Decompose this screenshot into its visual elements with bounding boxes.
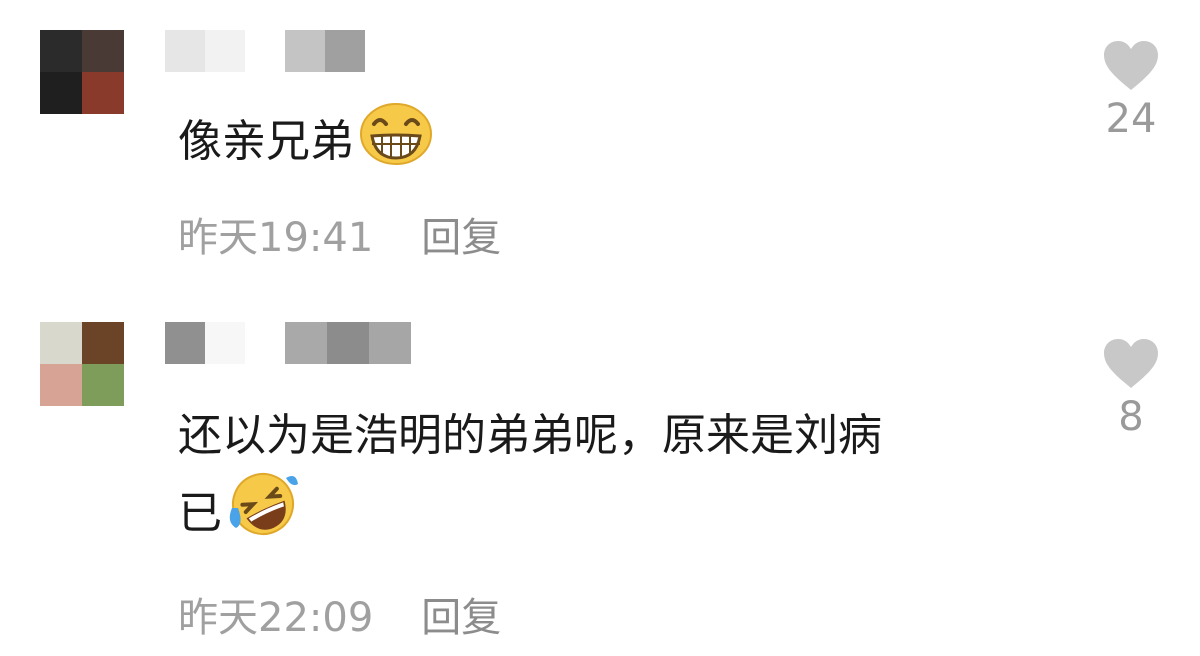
timestamp: 昨天22:09 [178, 595, 374, 641]
avatar[interactable] [40, 322, 124, 406]
avatar-pixel [40, 322, 82, 364]
comment-item: 还以为是浩明的弟弟呢，原来是刘病 已 昨天22:09 回复 8 [0, 300, 1200, 656]
comment-body: 还以为是浩明的弟弟呢，原来是刘病 [178, 410, 882, 461]
comment-body: 像亲兄弟 [178, 116, 354, 167]
reply-button[interactable]: 回复 [421, 585, 501, 643]
like-control: 24 [1098, 40, 1164, 142]
comment-meta: 昨天22:09 回复 [178, 585, 501, 643]
avatar-pixel [40, 72, 82, 114]
like-control: 8 [1098, 338, 1164, 440]
avatar-pixel [40, 364, 82, 406]
like-count: 24 [1105, 96, 1157, 142]
rolling-on-floor-laughing-icon [226, 470, 300, 558]
avatar-pixel [82, 322, 124, 364]
username-redacted[interactable] [165, 30, 365, 72]
username-redacted[interactable] [165, 322, 411, 364]
comment-feed: 像亲兄弟 昨天19:41 回复 24 还以为是浩明的弟弟呢，原来是刘病 已 昨天… [0, 0, 1200, 656]
avatar-pixel [82, 72, 124, 114]
timestamp: 昨天19:41 [178, 215, 374, 261]
comment-item: 像亲兄弟 昨天19:41 回复 24 [0, 0, 1200, 300]
heart-icon[interactable] [1102, 338, 1160, 390]
avatar-pixel [40, 30, 82, 72]
comment-text: 像亲兄弟 [178, 98, 1058, 186]
avatar-pixel [82, 30, 124, 72]
comment-text: 还以为是浩明的弟弟呢，原来是刘病 已 [178, 402, 1058, 558]
avatar[interactable] [40, 30, 124, 114]
comment-body: 已 [178, 488, 222, 539]
reply-button[interactable]: 回复 [421, 205, 501, 263]
like-count: 8 [1118, 394, 1144, 440]
heart-icon[interactable] [1102, 40, 1160, 92]
comment-meta: 昨天19:41 回复 [178, 205, 501, 263]
grinning-face-icon [358, 98, 434, 186]
avatar-pixel [82, 364, 124, 406]
